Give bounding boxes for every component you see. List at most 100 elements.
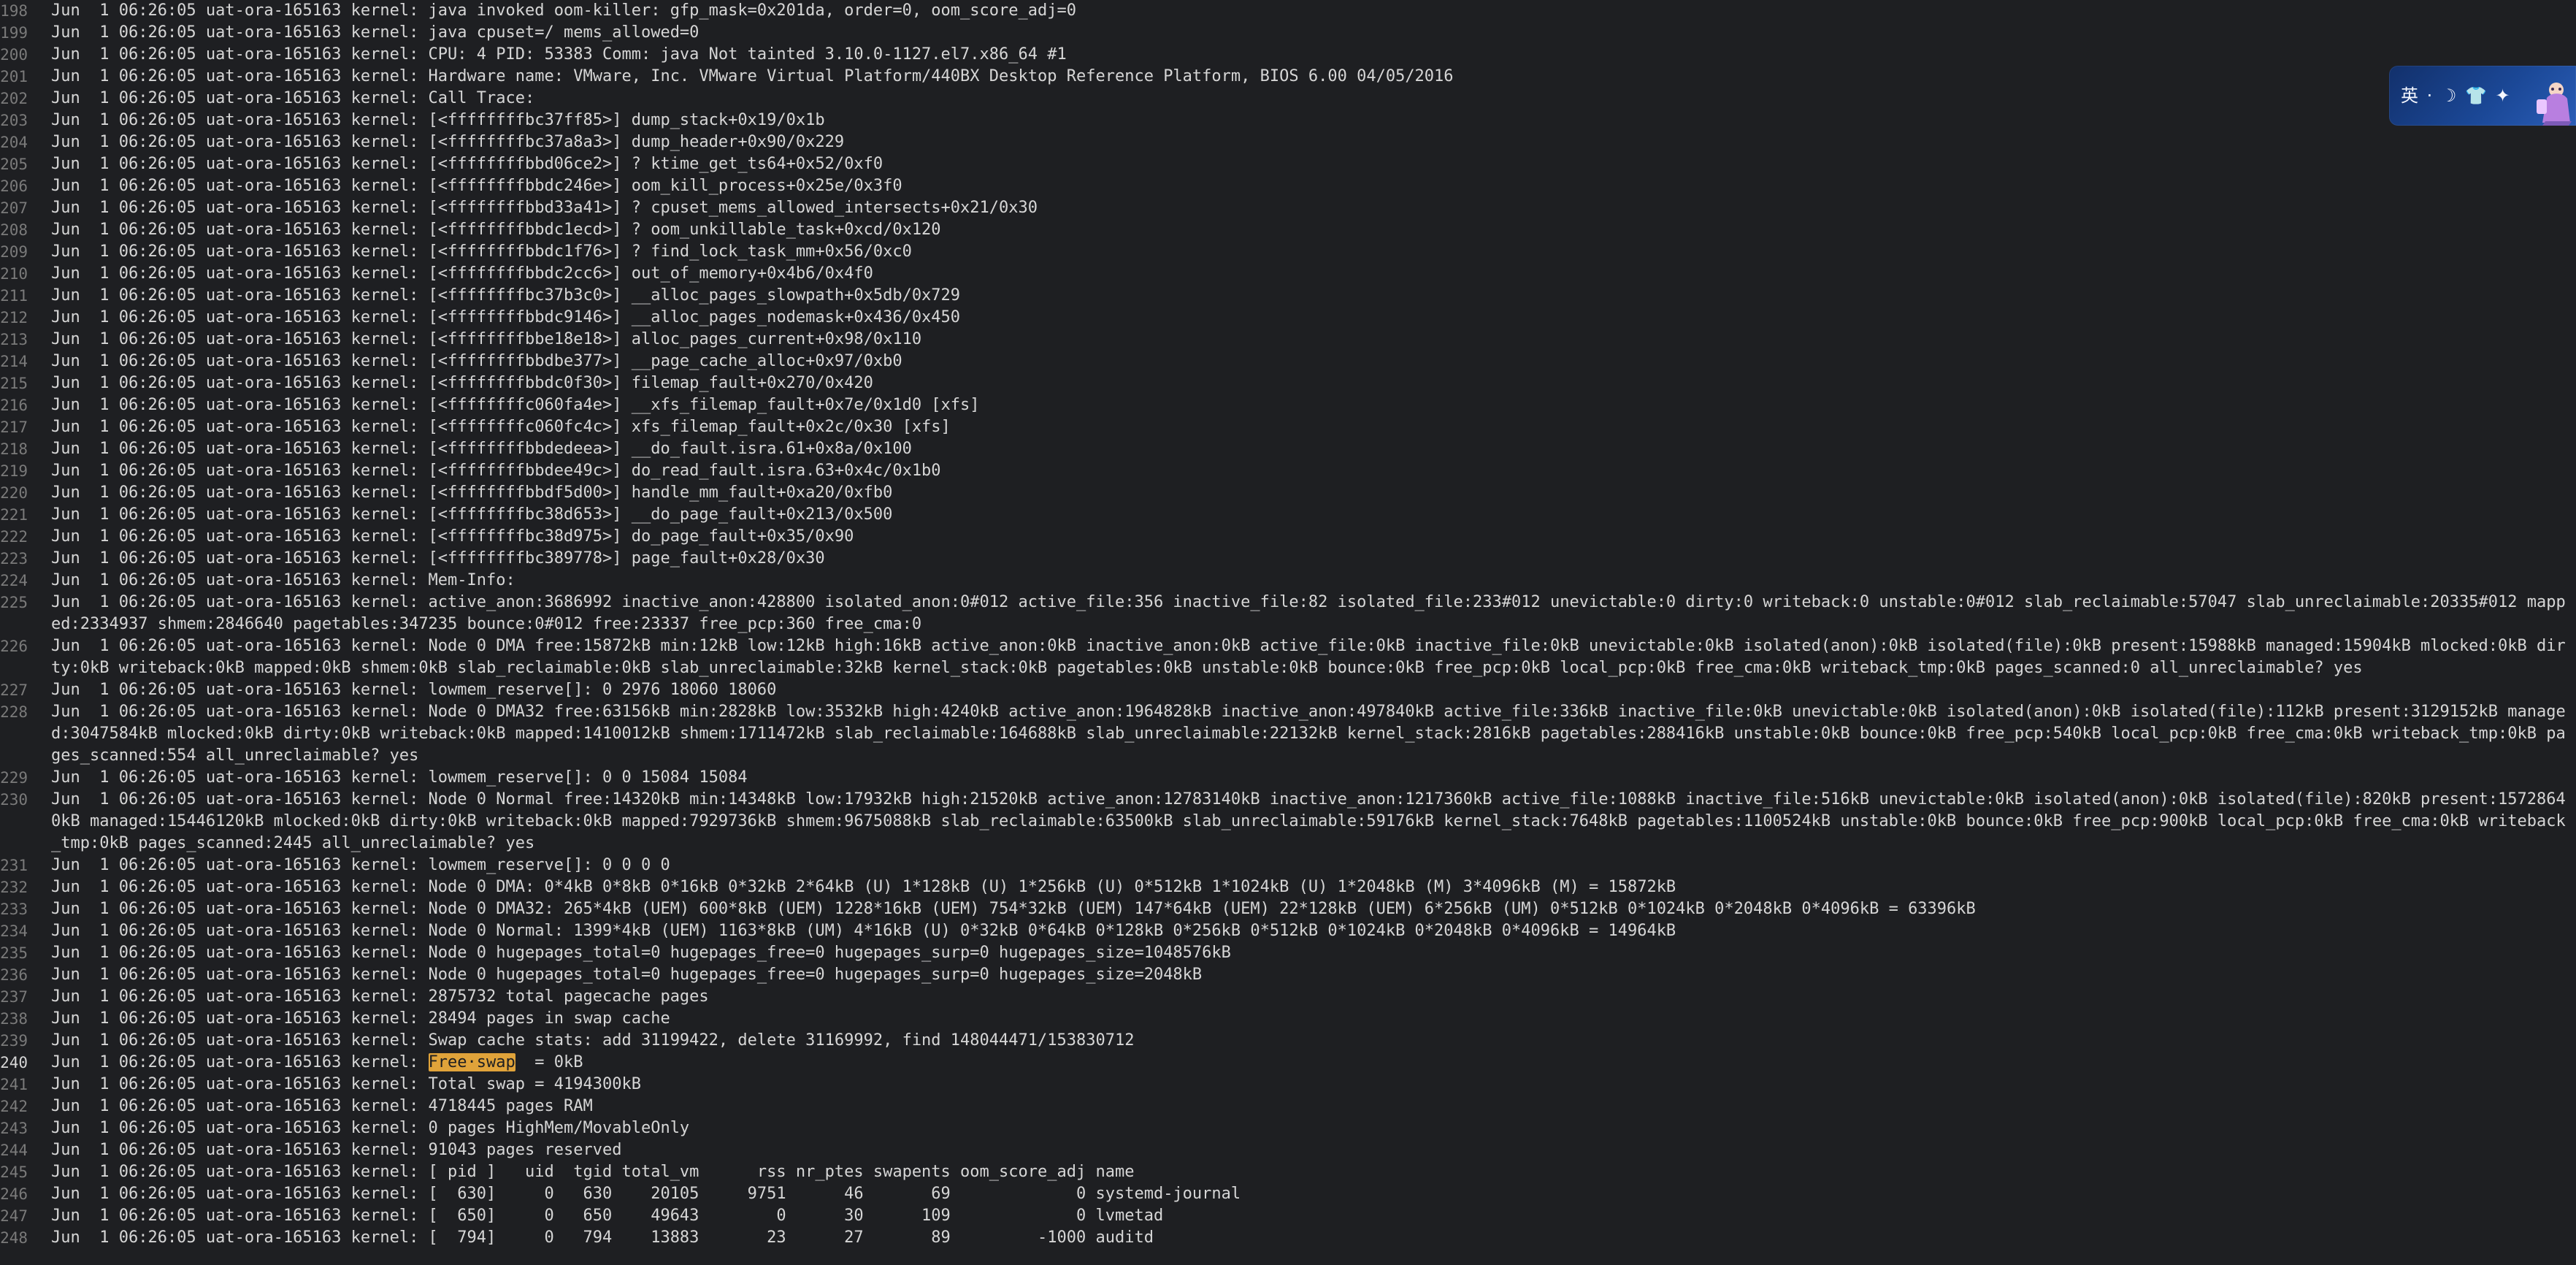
line-text: Jun 1 06:26:05 uat-ora-165163 kernel: [<…	[51, 221, 941, 239]
line-number: 233	[0, 901, 28, 918]
line-number: 213	[0, 331, 28, 348]
line-number: 239	[0, 1032, 28, 1050]
line-number: 221	[0, 506, 28, 524]
line-number: 234	[0, 922, 28, 940]
line-text: Jun 1 06:26:05 uat-ora-165163 kernel: lo…	[51, 681, 777, 699]
editor-line[interactable]: 222 Jun 1 06:26:05 uat-ora-165163 kernel:…	[0, 526, 2576, 548]
line-number: 240	[0, 1054, 28, 1071]
editor-line[interactable]: 206 Jun 1 06:26:05 uat-ora-165163 kernel:…	[0, 175, 2576, 197]
line-text: Jun 1 06:26:05 uat-ora-165163 kernel: [<…	[51, 199, 1038, 217]
line-text: Jun 1 06:26:05 uat-ora-165163 kernel: Me…	[51, 571, 515, 589]
editor-line[interactable]: 234 Jun 1 06:26:05 uat-ora-165163 kernel:…	[0, 920, 2576, 942]
editor-line[interactable]: 237 Jun 1 06:26:05 uat-ora-165163 kernel:…	[0, 986, 2576, 1008]
editor-line[interactable]: 217 Jun 1 06:26:05 uat-ora-165163 kernel:…	[0, 416, 2576, 438]
line-number: 235	[0, 944, 28, 962]
line-number: 222	[0, 528, 28, 546]
editor-line[interactable]: 210 Jun 1 06:26:05 uat-ora-165163 kernel:…	[0, 263, 2576, 285]
line-number: 206	[0, 177, 28, 195]
editor-line[interactable]: 224 Jun 1 06:26:05 uat-ora-165163 kernel:…	[0, 570, 2576, 592]
line-number: 201	[0, 68, 28, 85]
line-text: Jun 1 06:26:05 uat-ora-165163 kernel: lo…	[51, 768, 748, 787]
line-number: 228	[0, 703, 28, 721]
line-text: Jun 1 06:26:05 uat-ora-165163 kernel: ja…	[51, 1, 1076, 20]
line-text: Jun 1 06:26:05 uat-ora-165163 kernel: [<…	[51, 330, 922, 348]
line-number: 248	[0, 1229, 28, 1247]
editor-line[interactable]: 247 Jun 1 06:26:05 uat-ora-165163 kernel:…	[0, 1205, 2576, 1227]
editor-line[interactable]: 248 Jun 1 06:26:05 uat-ora-165163 kernel:…	[0, 1227, 2576, 1249]
ime-character-icon[interactable]	[2531, 79, 2575, 126]
editor-line[interactable]: 216 Jun 1 06:26:05 uat-ora-165163 kernel:…	[0, 394, 2576, 416]
line-text: Jun 1 06:26:05 uat-ora-165163 kernel: 28…	[51, 1009, 670, 1028]
line-number: 244	[0, 1142, 28, 1159]
editor-line[interactable]: 198 Jun 1 06:26:05 uat-ora-165163 kernel:…	[0, 0, 2576, 22]
line-number: 210	[0, 265, 28, 283]
line-text: Jun 1 06:26:05 uat-ora-165163 kernel: [<…	[51, 440, 912, 458]
editor-line[interactable]: 244 Jun 1 06:26:05 uat-ora-165163 kernel:…	[0, 1139, 2576, 1161]
editor-line[interactable]: 228 Jun 1 06:26:05 uat-ora-165163 kernel:…	[0, 701, 2576, 767]
line-text: Jun 1 06:26:05 uat-ora-165163 kernel: CP…	[51, 45, 1067, 64]
editor-line[interactable]: 246 Jun 1 06:26:05 uat-ora-165163 kernel:…	[0, 1183, 2576, 1205]
editor-line[interactable]: 223 Jun 1 06:26:05 uat-ora-165163 kernel:…	[0, 548, 2576, 570]
line-number: 209	[0, 243, 28, 261]
editor-line[interactable]: 236 Jun 1 06:26:05 uat-ora-165163 kernel:…	[0, 964, 2576, 986]
line-text: Jun 1 06:26:05 uat-ora-165163 kernel: Sw…	[51, 1031, 1135, 1050]
editor-line[interactable]: 227 Jun 1 06:26:05 uat-ora-165163 kernel:…	[0, 679, 2576, 701]
editor-line[interactable]: 203 Jun 1 06:26:05 uat-ora-165163 kernel:…	[0, 110, 2576, 131]
editor-line[interactable]: 231 Jun 1 06:26:05 uat-ora-165163 kernel:…	[0, 855, 2576, 876]
editor-line[interactable]: 225 Jun 1 06:26:05 uat-ora-165163 kernel:…	[0, 592, 2576, 635]
line-number: 226	[0, 638, 28, 655]
input-method-toolbar[interactable]: 英 · ☽ 👕 ✦	[2389, 66, 2576, 126]
editor-line[interactable]: 226 Jun 1 06:26:05 uat-ora-165163 kernel:…	[0, 635, 2576, 679]
editor-line[interactable]: 240 Jun 1 06:26:05 uat-ora-165163 kernel:…	[0, 1052, 2576, 1074]
editor-line[interactable]: 202 Jun 1 06:26:05 uat-ora-165163 kernel:…	[0, 88, 2576, 110]
line-number: 207	[0, 199, 28, 217]
editor-line[interactable]: 207 Jun 1 06:26:05 uat-ora-165163 kernel:…	[0, 197, 2576, 219]
editor-line[interactable]: 245 Jun 1 06:26:05 uat-ora-165163 kernel:…	[0, 1161, 2576, 1183]
editor-line[interactable]: 221 Jun 1 06:26:05 uat-ora-165163 kernel:…	[0, 504, 2576, 526]
editor-line[interactable]: 211 Jun 1 06:26:05 uat-ora-165163 kernel:…	[0, 285, 2576, 307]
editor-line[interactable]: 205 Jun 1 06:26:05 uat-ora-165163 kernel:…	[0, 153, 2576, 175]
editor-line[interactable]: 233 Jun 1 06:26:05 uat-ora-165163 kernel:…	[0, 898, 2576, 920]
line-text: Jun 1 06:26:05 uat-ora-165163 kernel: 0 …	[51, 1119, 690, 1137]
editor-line[interactable]: 239 Jun 1 06:26:05 uat-ora-165163 kernel:…	[0, 1030, 2576, 1052]
editor-line[interactable]: 214 Jun 1 06:26:05 uat-ora-165163 kernel:…	[0, 351, 2576, 372]
line-text: Jun 1 06:26:05 uat-ora-165163 kernel: No…	[51, 790, 2566, 852]
ime-status-label[interactable]: 英 · ☽ 👕 ✦	[2401, 87, 2512, 104]
line-text: Jun 1 06:26:05 uat-ora-165163 kernel: [<…	[51, 242, 912, 261]
editor-line[interactable]: 200 Jun 1 06:26:05 uat-ora-165163 kernel:…	[0, 44, 2576, 66]
editor-line[interactable]: 219 Jun 1 06:26:05 uat-ora-165163 kernel:…	[0, 460, 2576, 482]
editor-lines: 198 Jun 1 06:26:05 uat-ora-165163 kernel:…	[0, 0, 2576, 1249]
editor-line[interactable]: 215 Jun 1 06:26:05 uat-ora-165163 kernel:…	[0, 372, 2576, 394]
line-number: 198	[0, 2, 28, 20]
line-number: 247	[0, 1207, 28, 1225]
editor-line[interactable]: 209 Jun 1 06:26:05 uat-ora-165163 kernel:…	[0, 241, 2576, 263]
highlight-prefix: Jun 1 06:26:05 uat-ora-165163 kernel:	[51, 1053, 429, 1071]
text-editor[interactable]: 198 Jun 1 06:26:05 uat-ora-165163 kernel:…	[0, 0, 2576, 1265]
editor-line[interactable]: 204 Jun 1 06:26:05 uat-ora-165163 kernel:…	[0, 131, 2576, 153]
line-number: 241	[0, 1076, 28, 1093]
line-number: 218	[0, 440, 28, 458]
editor-line[interactable]: 242 Jun 1 06:26:05 uat-ora-165163 kernel:…	[0, 1096, 2576, 1117]
editor-line[interactable]: 220 Jun 1 06:26:05 uat-ora-165163 kernel:…	[0, 482, 2576, 504]
editor-line[interactable]: 243 Jun 1 06:26:05 uat-ora-165163 kernel:…	[0, 1117, 2576, 1139]
editor-line[interactable]: 235 Jun 1 06:26:05 uat-ora-165163 kernel:…	[0, 942, 2576, 964]
editor-line[interactable]: 230 Jun 1 06:26:05 uat-ora-165163 kernel:…	[0, 789, 2576, 855]
editor-line[interactable]: 229 Jun 1 06:26:05 uat-ora-165163 kernel:…	[0, 767, 2576, 789]
editor-line[interactable]: 232 Jun 1 06:26:05 uat-ora-165163 kernel:…	[0, 876, 2576, 898]
line-text: Jun 1 06:26:05 uat-ora-165163 kernel: [<…	[51, 264, 873, 283]
line-text: Jun 1 06:26:05 uat-ora-165163 kernel: No…	[51, 966, 1203, 984]
editor-line[interactable]: 241 Jun 1 06:26:05 uat-ora-165163 kernel:…	[0, 1074, 2576, 1096]
line-number: 238	[0, 1010, 28, 1028]
editor-line[interactable]: 218 Jun 1 06:26:05 uat-ora-165163 kernel:…	[0, 438, 2576, 460]
line-number: 242	[0, 1098, 28, 1115]
line-text: Jun 1 06:26:05 uat-ora-165163 kernel: [<…	[51, 352, 902, 370]
editor-line[interactable]: 212 Jun 1 06:26:05 uat-ora-165163 kernel:…	[0, 307, 2576, 329]
line-number: 200	[0, 46, 28, 64]
editor-line[interactable]: 201 Jun 1 06:26:05 uat-ora-165163 kernel:…	[0, 66, 2576, 88]
editor-line[interactable]: 208 Jun 1 06:26:05 uat-ora-165163 kernel:…	[0, 219, 2576, 241]
editor-line[interactable]: 213 Jun 1 06:26:05 uat-ora-165163 kernel:…	[0, 329, 2576, 351]
line-number: 236	[0, 966, 28, 984]
editor-line[interactable]: 238 Jun 1 06:26:05 uat-ora-165163 kernel:…	[0, 1008, 2576, 1030]
highlight-suffix: = 0kB	[515, 1053, 583, 1071]
editor-line[interactable]: 199 Jun 1 06:26:05 uat-ora-165163 kernel:…	[0, 22, 2576, 44]
